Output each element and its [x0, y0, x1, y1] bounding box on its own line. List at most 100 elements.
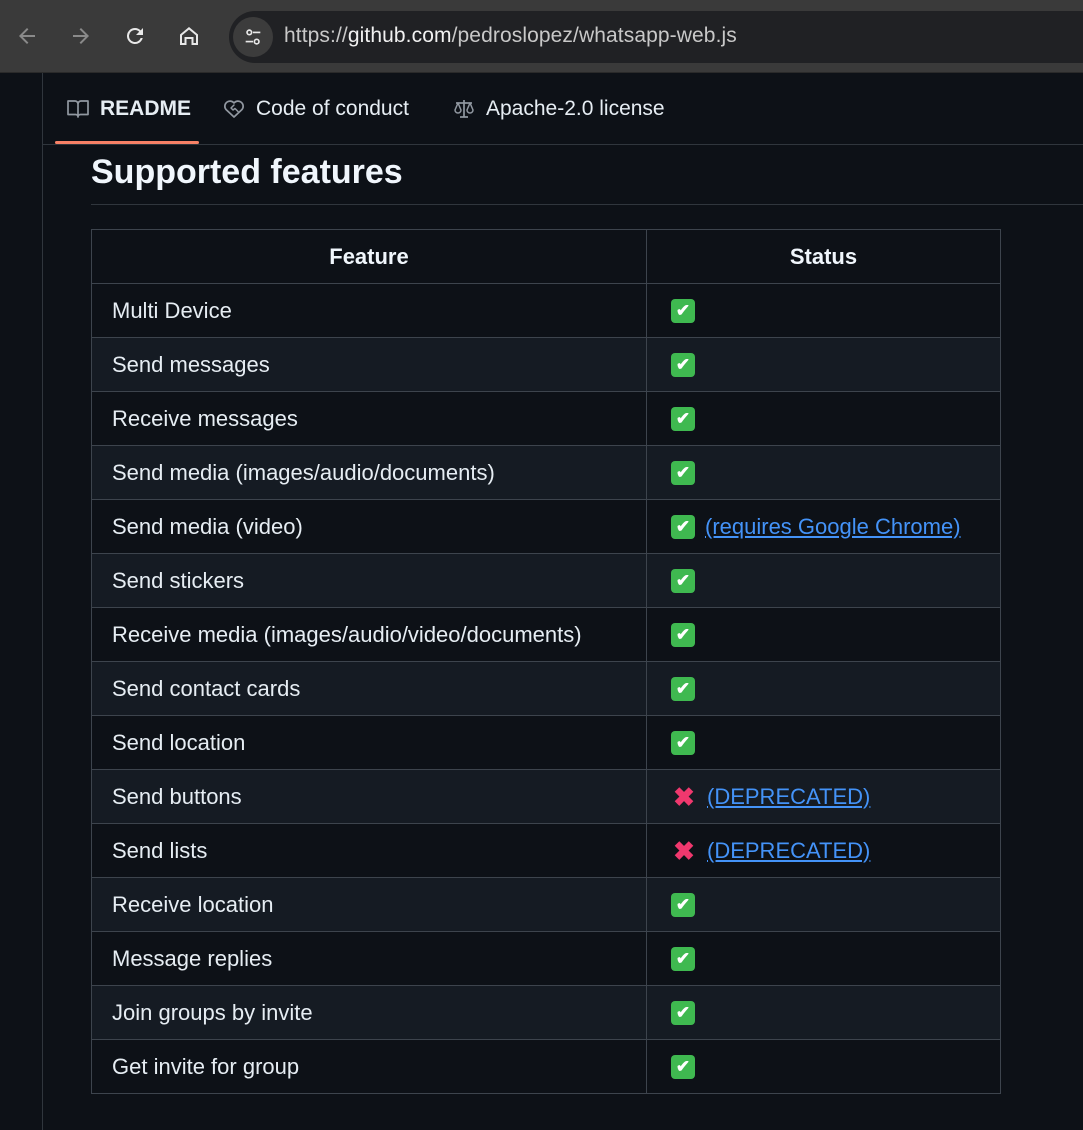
heart-handshake-icon — [224, 99, 244, 118]
check-mark-icon: ✔ — [671, 892, 695, 917]
tune-icon — [245, 29, 261, 45]
home-button[interactable] — [171, 18, 207, 54]
feature-name: Send lists — [91, 823, 647, 878]
feature-status: ✔ — [646, 715, 1001, 770]
feature-name: Send contact cards — [91, 661, 647, 716]
table-row: Message replies ✔ — [91, 931, 1001, 986]
status-content: ✔ (requires Google Chrome) — [671, 514, 980, 540]
status-content: ✔ — [671, 676, 980, 701]
check-mark-icon: ✔ — [671, 406, 695, 431]
feature-name: Join groups by invite — [91, 985, 647, 1040]
tab-license-label: Apache-2.0 license — [486, 96, 665, 120]
table-row: Send media (images/audio/documents) ✔ — [91, 445, 1001, 500]
check-mark-icon: ✔ — [671, 568, 695, 593]
check-mark-icon: ✔ — [671, 298, 695, 323]
feature-status: ✔ (requires Google Chrome) — [646, 499, 1001, 554]
check-mark-icon: ✔ — [671, 514, 695, 539]
tab-code-of-conduct[interactable]: Code of conduct — [222, 73, 409, 144]
check-mark-icon: ✔ — [671, 1000, 695, 1025]
feature-status: ✔ — [646, 445, 1001, 500]
table-row: Receive media (images/audio/video/docume… — [91, 607, 1001, 662]
feature-status: ✔ — [646, 661, 1001, 716]
feature-name: Receive media (images/audio/video/docume… — [91, 607, 647, 662]
reload-icon — [126, 27, 143, 44]
feature-name: Get invite for group — [91, 1039, 647, 1094]
status-content: ✔ — [671, 406, 980, 431]
check-mark-icon: ✔ — [671, 460, 695, 485]
feature-status: ✔ — [646, 985, 1001, 1040]
table-row: Send location ✔ — [91, 715, 1001, 770]
status-content: ✔ — [671, 892, 980, 917]
status-content: ✔ — [671, 568, 980, 593]
back-button[interactable] — [9, 18, 45, 54]
feature-status: ✔ — [646, 337, 1001, 392]
feature-name: Multi Device — [91, 283, 647, 338]
status-note-link[interactable]: (DEPRECATED) — [707, 838, 870, 864]
tab-license[interactable]: Apache-2.0 license — [452, 73, 665, 144]
status-content: ✔ — [671, 298, 980, 323]
table-row: Send buttons ✖ (DEPRECATED) — [91, 769, 1001, 824]
feature-name: Send media (images/audio/documents) — [91, 445, 647, 500]
table-row: Join groups by invite ✔ — [91, 985, 1001, 1040]
feature-name: Send media (video) — [91, 499, 647, 554]
feature-name: Message replies — [91, 931, 647, 986]
feature-name: Send stickers — [91, 553, 647, 608]
check-mark-icon: ✔ — [671, 730, 695, 755]
forward-button[interactable] — [63, 18, 99, 54]
section-divider — [91, 204, 1083, 205]
section-title: Supported features — [91, 153, 403, 191]
feature-status: ✔ — [646, 391, 1001, 446]
feature-status: ✔ — [646, 283, 1001, 338]
feature-status: ✖ (DEPRECATED) — [646, 823, 1001, 878]
check-mark-icon: ✔ — [671, 622, 695, 647]
url-scheme: https:// — [284, 24, 348, 47]
status-content: ✖ (DEPRECATED) — [671, 784, 980, 810]
site-info-button[interactable] — [233, 17, 273, 57]
law-scale-icon — [454, 99, 474, 118]
feature-name: Receive location — [91, 877, 647, 932]
cross-mark-icon: ✖ — [673, 781, 695, 812]
table-row: Send lists ✖ (DEPRECATED) — [91, 823, 1001, 878]
table-row: Send messages ✔ — [91, 337, 1001, 392]
address-bar[interactable]: https://github.com/pedroslopez/whatsapp-… — [229, 11, 1083, 63]
tab-readme[interactable]: README — [66, 73, 191, 144]
table-row: Receive messages ✔ — [91, 391, 1001, 446]
table-row: Get invite for group ✔ — [91, 1039, 1001, 1094]
url-path: /pedroslopez/whatsapp-web.js — [451, 24, 737, 47]
feature-name: Send buttons — [91, 769, 647, 824]
status-content: ✔ — [671, 352, 980, 377]
table-row: Send stickers ✔ — [91, 553, 1001, 608]
table-body: Multi Device ✔ Send messages ✔ Receive messa… — [91, 283, 1001, 1094]
check-mark-icon: ✔ — [671, 946, 695, 971]
arrow-right-icon — [73, 28, 89, 44]
url-text: https://github.com/pedroslopez/whatsapp-… — [284, 24, 737, 48]
status-content: ✔ — [671, 1000, 980, 1025]
feature-column-header: Feature — [91, 229, 647, 284]
status-content: ✔ — [671, 460, 980, 485]
status-note-link[interactable]: (DEPRECATED) — [707, 784, 870, 810]
tab-code-of-conduct-label: Code of conduct — [256, 96, 409, 120]
check-mark-icon: ✔ — [671, 676, 695, 701]
feature-status: ✔ — [646, 877, 1001, 932]
features-table: Feature Status Multi Device ✔ Send message… — [91, 229, 1001, 1094]
status-column-header: Status — [646, 229, 1001, 284]
check-mark-icon: ✔ — [671, 352, 695, 377]
status-content: ✔ — [671, 1054, 980, 1079]
status-note-link[interactable]: (requires Google Chrome) — [705, 514, 961, 540]
readme-tabs: README Code of conduct Apache-2.0 licens… — [43, 73, 1083, 145]
feature-status: ✔ — [646, 553, 1001, 608]
active-tab-indicator — [55, 141, 199, 144]
reload-button[interactable] — [117, 18, 153, 54]
arrow-left-icon — [19, 28, 35, 44]
status-content: ✔ — [671, 946, 980, 971]
feature-name: Send location — [91, 715, 647, 770]
table-row: Send contact cards ✔ — [91, 661, 1001, 716]
table-row: Multi Device ✔ — [91, 283, 1001, 338]
page-content: README Code of conduct Apache-2.0 licens… — [0, 73, 1083, 1130]
browser-toolbar: https://github.com/pedroslopez/whatsapp-… — [0, 0, 1083, 73]
table-row: Send media (video) ✔ (requires Google Chro… — [91, 499, 1001, 554]
feature-name: Receive messages — [91, 391, 647, 446]
status-content: ✖ (DEPRECATED) — [671, 838, 980, 864]
table-header-row: Feature Status — [91, 229, 1001, 284]
url-host: github.com — [347, 24, 452, 47]
